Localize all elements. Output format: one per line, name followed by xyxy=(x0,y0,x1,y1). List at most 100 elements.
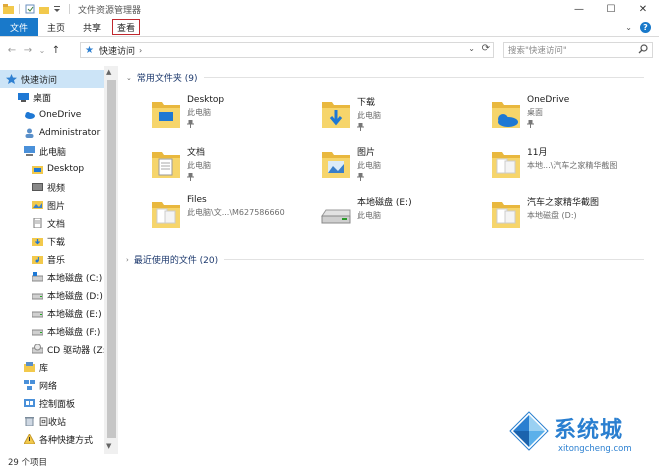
sidebar-item-11[interactable]: 本地磁盘 (C:) xyxy=(0,268,102,286)
watermark-logo xyxy=(509,411,549,451)
video-icon xyxy=(32,182,43,192)
drive-icon xyxy=(31,326,44,336)
address-bar[interactable]: ★ 快速访问 › ⌄ ⟳ xyxy=(80,42,494,58)
sidebar-item-17[interactable]: 网络 xyxy=(0,376,57,394)
drive-c-icon xyxy=(31,272,44,282)
toolbar-divider xyxy=(69,4,70,14)
scroll-down-icon[interactable]: ▼ xyxy=(106,442,111,450)
scrollbar-thumb[interactable] xyxy=(107,80,116,438)
expand-ribbon-icon[interactable]: ⌄ xyxy=(625,23,632,32)
sidebar-item-0[interactable]: 快速访问 xyxy=(0,70,104,88)
folder-tile[interactable]: 图片 此电脑 xyxy=(320,144,488,186)
maximize-button[interactable]: ☐ xyxy=(595,0,627,18)
sidebar-item-4[interactable]: 此电脑 xyxy=(0,142,66,160)
sidebar-item-1[interactable]: 桌面 xyxy=(0,88,51,106)
folder-tile[interactable]: 下载 此电脑 xyxy=(320,94,488,136)
folder-icon xyxy=(490,196,522,230)
folder-tile[interactable]: 11月 本地...\汽车之家精华截图 xyxy=(490,144,658,186)
back-button[interactable]: ← xyxy=(4,45,20,56)
folder-name: 文档 xyxy=(187,148,206,158)
pin-icon[interactable] xyxy=(357,173,381,183)
folder-tile[interactable]: OneDrive 桌面 xyxy=(490,94,658,136)
search-placeholder: 搜索"快速访问" xyxy=(508,46,567,56)
search-icon[interactable] xyxy=(638,44,648,57)
watermark-text: 系统城 xyxy=(554,418,624,443)
sidebar-item-label: 库 xyxy=(39,363,49,374)
watermark-url: xitongcheng.com xyxy=(558,444,632,454)
sidebar-item-2[interactable]: OneDrive xyxy=(0,106,81,124)
sidebar-item-10[interactable]: 音乐 xyxy=(0,250,65,268)
nav-scrollbar[interactable]: ▲ ▼ xyxy=(104,66,118,454)
folder-tile[interactable]: 文档 此电脑 xyxy=(150,144,318,186)
search-input[interactable]: 搜索"快速访问" xyxy=(503,42,653,58)
sidebar-item-label: Desktop xyxy=(47,164,85,174)
sidebar-item-6[interactable]: 视频 xyxy=(0,178,65,196)
download-folder-icon xyxy=(320,96,352,130)
sidebar-item-7[interactable]: 图片 xyxy=(0,196,65,214)
folder-name: 本地磁盘 (E:) xyxy=(357,198,412,208)
sidebar-item-3[interactable]: Administrator xyxy=(0,124,100,142)
pin-icon[interactable] xyxy=(527,120,569,130)
help-icon[interactable]: ? xyxy=(640,21,651,33)
tab-view[interactable]: 查看 xyxy=(112,19,141,35)
sidebar-item-13[interactable]: 本地磁盘 (E:) xyxy=(0,304,102,322)
cloud-icon xyxy=(24,110,35,120)
folder-name: 11月 xyxy=(527,148,548,158)
breadcrumb[interactable]: 快速访问 xyxy=(99,44,135,57)
address-dropdown-icon[interactable]: ⌄ xyxy=(468,44,475,53)
group-frequent-folders[interactable]: ⌄ 常用文件夹 (9) xyxy=(126,71,644,84)
recent-locations-button[interactable]: ⌄ xyxy=(36,46,48,55)
item-count: 29 个项目 xyxy=(8,457,48,468)
chevron-right-icon[interactable]: › xyxy=(126,256,129,264)
folder-icon xyxy=(490,146,522,180)
tab-file[interactable]: 文件 xyxy=(0,18,39,36)
customize-toolbar-icon[interactable] xyxy=(53,4,64,14)
sidebar-item-label: 视频 xyxy=(47,183,66,194)
sidebar-item-15[interactable]: CD 驱动器 (Z:) xyxy=(0,340,109,358)
sidebar-item-18[interactable]: 控制面板 xyxy=(0,394,75,412)
folder-location: 此电脑 xyxy=(187,108,211,117)
refresh-icon[interactable]: ⟳ xyxy=(482,43,490,54)
quick-access-toolbar xyxy=(0,4,72,14)
sidebar-item-19[interactable]: 回收站 xyxy=(0,412,66,430)
folder-tile[interactable]: 汽车之家精华截图 本地磁盘 (D:) xyxy=(490,194,658,236)
new-folder-icon[interactable] xyxy=(39,4,50,14)
folder-tile[interactable]: Desktop 此电脑 xyxy=(150,94,318,136)
desktop-folder-icon xyxy=(150,96,182,130)
folder-tile[interactable]: Files 此电脑\文...\M627586660 xyxy=(150,194,318,236)
sidebar-item-16[interactable]: 库 xyxy=(0,358,48,376)
folder-name: Files xyxy=(187,195,207,205)
sidebar-item-9[interactable]: 下载 xyxy=(0,232,65,250)
pin-icon[interactable] xyxy=(187,120,224,130)
documents-icon xyxy=(32,217,43,229)
desktop-folder-icon xyxy=(32,164,43,174)
pictures-icon xyxy=(32,200,43,210)
sidebar-item-label: 此电脑 xyxy=(39,147,67,158)
explorer-app-icon[interactable] xyxy=(3,4,14,14)
sidebar-item-8[interactable]: 文档 xyxy=(0,214,65,232)
sidebar-item-14[interactable]: 本地磁盘 (F:) xyxy=(0,322,100,340)
up-button[interactable]: ↑ xyxy=(48,45,64,56)
folder-tile[interactable]: 本地磁盘 (E:) 此电脑 xyxy=(320,194,488,236)
folder-location: 此电脑 xyxy=(357,111,381,120)
sidebar-item-label: 图片 xyxy=(47,201,66,212)
forward-button[interactable]: → xyxy=(20,45,36,56)
minimize-button[interactable]: — xyxy=(563,0,595,18)
chevron-down-icon[interactable]: ⌄ xyxy=(126,74,132,82)
sidebar-item-label: 本地磁盘 (E:) xyxy=(47,309,102,320)
shortcut-icon xyxy=(23,432,36,445)
sidebar-item-20[interactable]: 各种快捷方式 xyxy=(0,430,93,448)
sidebar-item-label: 各种快捷方式 xyxy=(39,435,94,446)
properties-icon[interactable] xyxy=(25,4,36,14)
close-button[interactable]: ✕ xyxy=(627,0,659,18)
group-recent-files[interactable]: › 最近使用的文件 (20) xyxy=(126,253,645,266)
folder-location: 此电脑\文...\M627586660 xyxy=(187,208,285,217)
pin-icon[interactable] xyxy=(357,123,381,133)
breadcrumb-chevron-icon[interactable]: › xyxy=(139,46,142,55)
tab-share[interactable]: 共享 xyxy=(74,18,110,36)
tab-home[interactable]: 主页 xyxy=(38,18,74,36)
pin-icon[interactable] xyxy=(187,173,211,183)
sidebar-item-5[interactable]: Desktop xyxy=(0,160,84,178)
scroll-up-icon[interactable]: ▲ xyxy=(106,68,111,76)
sidebar-item-12[interactable]: 本地磁盘 (D:) xyxy=(0,286,103,304)
